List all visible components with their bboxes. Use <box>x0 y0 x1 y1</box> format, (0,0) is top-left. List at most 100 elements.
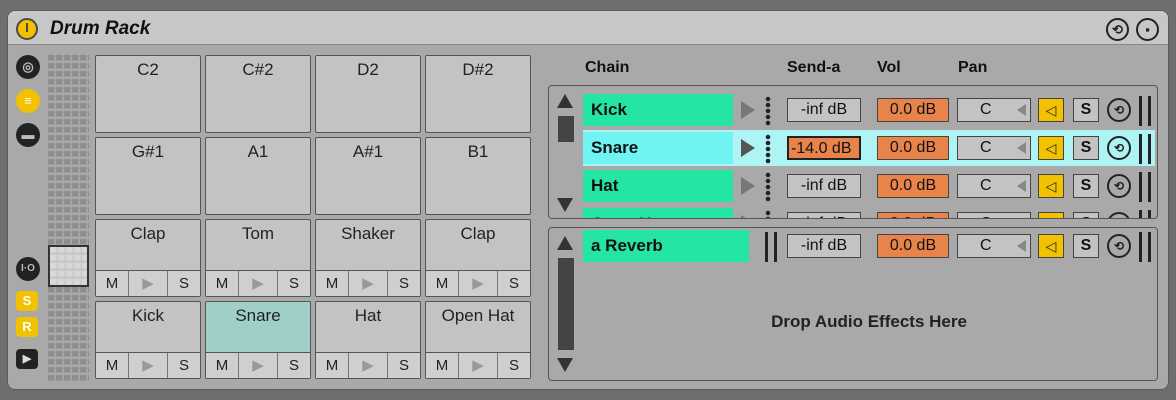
send-a-field[interactable]: -inf dB <box>787 212 861 218</box>
pan-field[interactable]: C <box>957 136 1031 160</box>
pad-solo-button[interactable]: S <box>168 353 200 378</box>
speaker-icon[interactable]: ◁ <box>1038 234 1064 258</box>
speaker-icon[interactable]: ◁ <box>1038 212 1064 218</box>
drag-handle-icon[interactable] <box>765 210 771 218</box>
pad-4[interactable]: D#2 <box>425 55 531 133</box>
chain-name[interactable]: Open Hat <box>583 208 733 218</box>
hot-swap-icon[interactable]: ⟲ <box>1107 98 1131 122</box>
chain-name[interactable]: Hat <box>583 170 733 202</box>
return-chain-row[interactable]: a Reverb -inf dB 0.0 dB C ◁ S ⟲ <box>583 228 1155 264</box>
io-toggle-button[interactable]: I·O <box>16 257 40 281</box>
speaker-icon[interactable]: ◁ <box>1038 136 1064 160</box>
chain-play-icon[interactable] <box>741 139 755 157</box>
pad-mute-button[interactable]: M <box>426 353 459 378</box>
show-devices-icon[interactable]: ▬ <box>16 123 40 147</box>
pad-play-icon[interactable]: ▶ <box>458 353 499 378</box>
drag-handle-icon[interactable] <box>765 134 771 164</box>
pad-15[interactable]: Hat M ▶ S <box>315 301 421 379</box>
chain-play-icon[interactable] <box>741 101 755 119</box>
show-chain-list-icon[interactable]: ≡ <box>16 89 40 113</box>
solo-button[interactable]: S <box>1073 136 1099 160</box>
pad-mute-button[interactable]: M <box>96 271 129 296</box>
pad-9[interactable]: Clap M ▶ S <box>95 219 201 297</box>
device-title-bar[interactable]: Drum Rack ⟲ ▪ <box>8 11 1168 45</box>
chain-name[interactable]: Snare <box>583 132 733 164</box>
scroll-thumb[interactable] <box>558 116 574 142</box>
chain-play-icon[interactable] <box>741 215 755 218</box>
pad-2[interactable]: C#2 <box>205 55 311 133</box>
pad-play-icon[interactable]: ▶ <box>128 353 169 378</box>
pad-1[interactable]: C2 <box>95 55 201 133</box>
volume-field[interactable]: 0.0 dB <box>877 212 949 218</box>
pad-play-icon[interactable]: ▶ <box>238 353 279 378</box>
pad-mute-button[interactable]: M <box>206 353 239 378</box>
pad-play-icon[interactable]: ▶ <box>238 271 279 296</box>
pan-field[interactable]: C <box>957 98 1031 122</box>
pad-mute-button[interactable]: M <box>206 271 239 296</box>
return-solo-button[interactable]: S <box>1073 234 1099 258</box>
pad-11[interactable]: Shaker M ▶ S <box>315 219 421 297</box>
hot-swap-icon[interactable]: ⟲ <box>1107 212 1131 218</box>
pad-play-icon[interactable]: ▶ <box>348 353 389 378</box>
return-volume-field[interactable]: 0.0 dB <box>877 234 949 258</box>
save-preset-icon[interactable]: ▪ <box>1136 18 1159 41</box>
chain-list-scrollbar[interactable] <box>553 86 575 218</box>
power-icon[interactable] <box>16 18 38 40</box>
pad-play-icon[interactable]: ▶ <box>348 271 389 296</box>
chain-row[interactable]: Open Hat -inf dB 0.0 dB C ◁ S ⟲ <box>583 206 1155 218</box>
pad-8[interactable]: B1 <box>425 137 531 215</box>
solo-button[interactable]: S <box>1073 212 1099 218</box>
pad-14[interactable]: Snare M ▶ S <box>205 301 311 379</box>
pad-solo-button[interactable]: S <box>278 353 310 378</box>
return-list-scrollbar[interactable] <box>553 228 575 380</box>
chain-name[interactable]: Kick <box>583 94 733 126</box>
pad-mute-button[interactable]: M <box>426 271 459 296</box>
scroll-down-icon[interactable] <box>557 198 573 212</box>
scroll-down-icon[interactable] <box>557 358 573 372</box>
pad-solo-button[interactable]: S <box>278 271 310 296</box>
auto-select-icon[interactable]: ▶ <box>16 349 38 369</box>
scroll-thumb[interactable] <box>558 258 574 350</box>
pad-overview-selection[interactable] <box>48 245 89 287</box>
sends-toggle-button[interactable]: S <box>16 291 38 311</box>
hot-swap-icon[interactable]: ⟲ <box>1107 234 1131 258</box>
pan-field[interactable]: C <box>957 174 1031 198</box>
speaker-icon[interactable]: ◁ <box>1038 174 1064 198</box>
chain-row[interactable]: Snare -14.0 dB 0.0 dB C ◁ S ⟲ <box>583 130 1155 166</box>
hot-swap-icon[interactable]: ⟲ <box>1107 136 1131 160</box>
show-macros-icon[interactable]: ◎ <box>16 55 40 79</box>
pad-7[interactable]: A#1 <box>315 137 421 215</box>
returns-toggle-button[interactable]: R <box>16 317 38 337</box>
solo-button[interactable]: S <box>1073 98 1099 122</box>
pad-solo-button[interactable]: S <box>498 353 530 378</box>
pan-field[interactable]: C <box>957 212 1031 218</box>
scroll-up-icon[interactable] <box>557 94 573 108</box>
return-chain-name[interactable]: a Reverb <box>583 230 749 262</box>
pad-12[interactable]: Clap M ▶ S <box>425 219 531 297</box>
pad-5[interactable]: G#1 <box>95 137 201 215</box>
pad-3[interactable]: D2 <box>315 55 421 133</box>
send-a-field[interactable]: -14.0 dB <box>787 136 861 160</box>
send-a-field[interactable]: -inf dB <box>787 174 861 198</box>
return-send-field[interactable]: -inf dB <box>787 234 861 258</box>
pad-solo-button[interactable]: S <box>498 271 530 296</box>
volume-field[interactable]: 0.0 dB <box>877 98 949 122</box>
pad-6[interactable]: A1 <box>205 137 311 215</box>
pad-10[interactable]: Tom M ▶ S <box>205 219 311 297</box>
pad-solo-button[interactable]: S <box>388 353 420 378</box>
pad-overview-grid[interactable] <box>48 55 89 381</box>
pad-solo-button[interactable]: S <box>388 271 420 296</box>
send-a-field[interactable]: -inf dB <box>787 98 861 122</box>
pad-mute-button[interactable]: M <box>316 353 349 378</box>
chain-row[interactable]: Hat -inf dB 0.0 dB C ◁ S ⟲ <box>583 168 1155 204</box>
pad-play-icon[interactable]: ▶ <box>128 271 169 296</box>
return-pan-field[interactable]: C <box>957 234 1031 258</box>
drag-handle-icon[interactable] <box>765 172 771 202</box>
pad-13[interactable]: Kick M ▶ S <box>95 301 201 379</box>
hot-swap-icon[interactable]: ⟲ <box>1107 174 1131 198</box>
hot-swap-icon[interactable]: ⟲ <box>1106 18 1129 41</box>
return-drag-handle[interactable] <box>765 232 777 262</box>
scroll-up-icon[interactable] <box>557 236 573 250</box>
chain-row[interactable]: Kick -inf dB 0.0 dB C ◁ S ⟲ <box>583 92 1155 128</box>
pad-16[interactable]: Open Hat M ▶ S <box>425 301 531 379</box>
